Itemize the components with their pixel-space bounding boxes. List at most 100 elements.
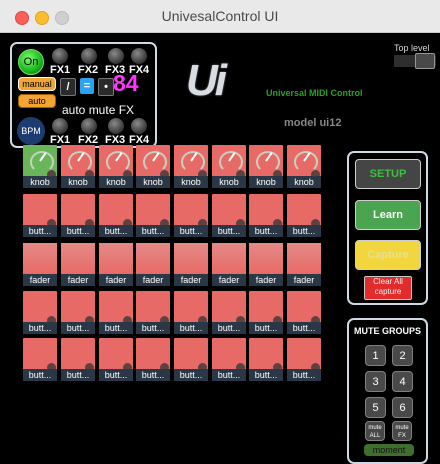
auto-button[interactable]: auto xyxy=(18,94,56,108)
knob-cell-1-4[interactable]: knob xyxy=(136,145,170,188)
button-label: butt... xyxy=(61,322,95,334)
fader-cell-3-4[interactable]: fader xyxy=(136,243,170,286)
mute-fx-button[interactable]: mute FX xyxy=(392,421,412,441)
mute-group-6-button[interactable]: 6 xyxy=(392,397,413,418)
moment-button[interactable]: moment xyxy=(364,444,414,456)
fader-cell-3-2[interactable]: fader xyxy=(61,243,95,286)
button-cell-5-8[interactable]: butt... xyxy=(287,338,321,381)
knob-label: knob xyxy=(249,176,283,188)
manual-button[interactable]: manual xyxy=(18,77,56,91)
fx1-top-led[interactable] xyxy=(52,48,68,64)
button-label: butt... xyxy=(23,322,57,334)
mute-group-4-button[interactable]: 4 xyxy=(392,371,413,392)
mute-group-1-button[interactable]: 1 xyxy=(365,345,386,366)
fader-cell-3-5[interactable]: fader xyxy=(174,243,208,286)
mute-group-3-button[interactable]: 3 xyxy=(365,371,386,392)
button-cell-4-4[interactable]: butt... xyxy=(136,291,170,334)
knob-label: knob xyxy=(287,176,321,188)
button-label: butt... xyxy=(249,369,283,381)
fader-cell-3-7[interactable]: fader xyxy=(249,243,283,286)
mute-all-button[interactable]: mute ALL xyxy=(365,421,385,441)
button-cell-5-6[interactable]: butt... xyxy=(212,338,246,381)
mute-group-2-button[interactable]: 2 xyxy=(392,345,413,366)
button-cell-4-5[interactable]: butt... xyxy=(174,291,208,334)
button-cell-4-6[interactable]: butt... xyxy=(212,291,246,334)
button-cell-5-3[interactable]: butt... xyxy=(99,338,133,381)
button-cell-2-1[interactable]: butt... xyxy=(23,194,57,237)
knob-cell-1-5[interactable]: knob xyxy=(174,145,208,188)
fader-strip xyxy=(174,243,208,274)
app-window: UnivesalControl UI On FX1 FX2 FX3 FX4 ma… xyxy=(0,0,440,464)
mute-group-5-button[interactable]: 5 xyxy=(365,397,386,418)
equals-tool-button[interactable]: = xyxy=(80,78,94,94)
fx4-bottom-led[interactable] xyxy=(131,118,147,134)
fader-cell-3-1[interactable]: fader xyxy=(23,243,57,286)
fx4-top-led[interactable] xyxy=(131,48,147,64)
button-cell-5-7[interactable]: butt... xyxy=(249,338,283,381)
knob-cell-1-6[interactable]: knob xyxy=(212,145,246,188)
fx3-bottom-led[interactable] xyxy=(108,118,124,134)
fx1-top-label: FX1 xyxy=(50,64,71,76)
knob-label: knob xyxy=(174,176,208,188)
fader-cell-3-8[interactable]: fader xyxy=(287,243,321,286)
button-cell-2-7[interactable]: butt... xyxy=(249,194,283,237)
button-cell-2-6[interactable]: butt... xyxy=(212,194,246,237)
fx2-bottom-led[interactable] xyxy=(81,118,97,134)
knob-cell-1-8[interactable]: knob xyxy=(287,145,321,188)
button-cell-2-2[interactable]: butt... xyxy=(61,194,95,237)
button-cell-4-1[interactable]: butt... xyxy=(23,291,57,334)
button-label: butt... xyxy=(174,225,208,237)
brand-name: Universal MIDI Control xyxy=(266,88,363,98)
fader-cell-3-3[interactable]: fader xyxy=(99,243,133,286)
button-cell-2-8[interactable]: butt... xyxy=(287,194,321,237)
button-cell-5-1[interactable]: butt... xyxy=(23,338,57,381)
learn-button[interactable]: Learn xyxy=(355,200,421,230)
button-cell-5-4[interactable]: butt... xyxy=(136,338,170,381)
setup-button[interactable]: SETUP xyxy=(355,159,421,189)
button-label: butt... xyxy=(249,225,283,237)
button-cell-2-3[interactable]: butt... xyxy=(99,194,133,237)
mute-groups-title: MUTE GROUPS xyxy=(353,326,421,336)
button-label: butt... xyxy=(23,369,57,381)
bpm-label: BPM xyxy=(21,126,41,136)
fader-strip xyxy=(61,243,95,274)
bpm-button[interactable]: BPM xyxy=(17,117,45,145)
knob-cell-1-7[interactable]: knob xyxy=(249,145,283,188)
knob-cell-1-1[interactable]: knob xyxy=(23,145,57,188)
button-label: butt... xyxy=(287,225,321,237)
fader-label: fader xyxy=(136,274,170,286)
fx2-top-led[interactable] xyxy=(81,48,97,64)
button-label: butt... xyxy=(174,322,208,334)
knob-label: knob xyxy=(61,176,95,188)
on-button[interactable]: On xyxy=(18,49,44,75)
button-cell-5-5[interactable]: butt... xyxy=(174,338,208,381)
slash-tool-button[interactable]: / xyxy=(60,78,76,96)
button-cell-5-2[interactable]: butt... xyxy=(61,338,95,381)
button-label: butt... xyxy=(99,225,133,237)
dot-tool-button[interactable]: • xyxy=(98,78,114,96)
button-label: butt... xyxy=(136,369,170,381)
button-label: butt... xyxy=(212,322,246,334)
button-cell-4-2[interactable]: butt... xyxy=(61,291,95,334)
clear-all-capture-button[interactable]: Clear All capture xyxy=(364,276,412,300)
top-level-slider-handle[interactable] xyxy=(415,53,435,69)
button-cell-4-7[interactable]: butt... xyxy=(249,291,283,334)
fx1-bottom-led[interactable] xyxy=(52,118,68,134)
right-controls-panel: SETUP Learn Capture Clear All capture xyxy=(347,151,428,305)
button-cell-2-4[interactable]: butt... xyxy=(136,194,170,237)
fader-strip xyxy=(99,243,133,274)
button-label: butt... xyxy=(61,369,95,381)
fader-strip xyxy=(287,243,321,274)
fader-cell-3-6[interactable]: fader xyxy=(212,243,246,286)
auto-mute-fx-label: auto mute FX xyxy=(62,103,135,117)
knob-cell-1-3[interactable]: knob xyxy=(99,145,133,188)
button-cell-4-8[interactable]: butt... xyxy=(287,291,321,334)
button-cell-4-3[interactable]: butt... xyxy=(99,291,133,334)
fader-strip xyxy=(212,243,246,274)
fader-label: fader xyxy=(99,274,133,286)
capture-button[interactable]: Capture xyxy=(355,240,421,270)
knob-cell-1-2[interactable]: knob xyxy=(61,145,95,188)
button-label: butt... xyxy=(287,322,321,334)
button-cell-2-5[interactable]: butt... xyxy=(174,194,208,237)
fx3-top-led[interactable] xyxy=(108,48,124,64)
